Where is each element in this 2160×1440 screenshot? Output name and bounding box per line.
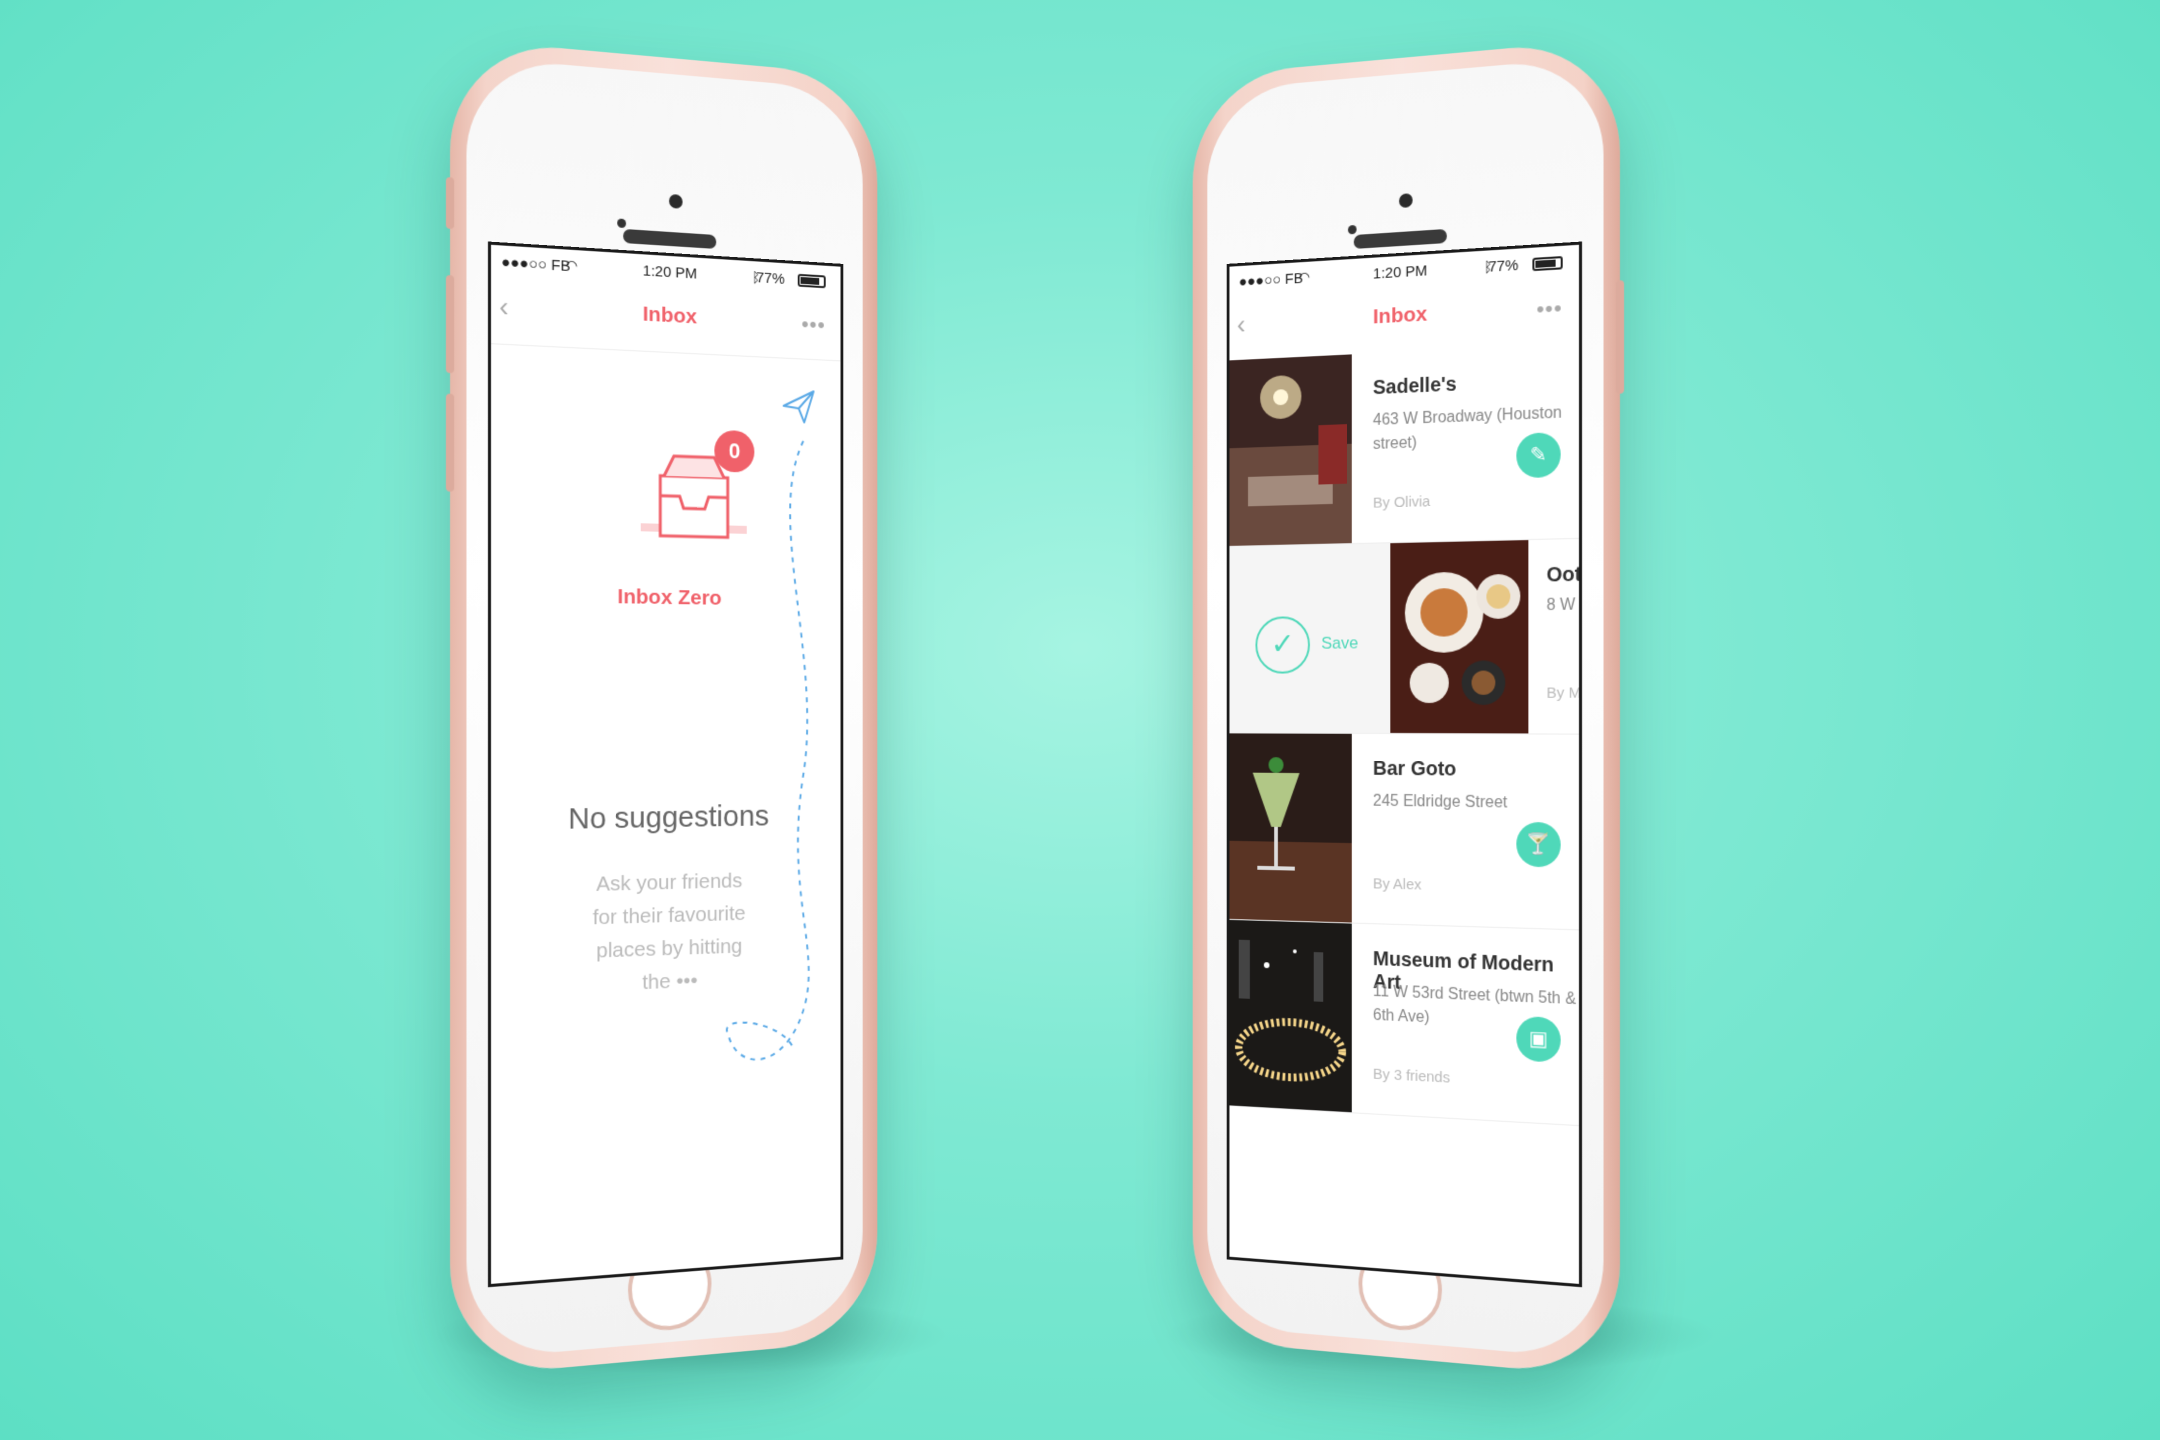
left-phone: ●●●○○ FB ◠ 1:20 PM ᛒ 77% ‹ Inbox ••• 0 I… (450, 38, 877, 1378)
food-icon[interactable]: ✎ (1516, 432, 1560, 478)
right-screen: ●●●○○ FB ◠ 1:20 PM ᛒ 77% ‹ Inbox ••• Sad… (1227, 242, 1582, 1288)
badge-count: 0 (714, 430, 754, 473)
battery-percent: 77% (1488, 257, 1518, 276)
item-title: Sadelle's (1373, 373, 1457, 400)
sensor-icon (617, 218, 626, 228)
nav-title: Inbox (1229, 294, 1579, 337)
front-camera-icon (669, 194, 683, 209)
list-item[interactable]: Museum of Modern Art 11 W 53rd Street (b… (1229, 920, 1579, 1126)
earpiece (623, 229, 716, 249)
check-icon[interactable]: ✓ (1255, 616, 1309, 674)
swipe-action-area[interactable]: ✓ Save (1229, 543, 1390, 733)
item-author: By 3 friends (1373, 1066, 1450, 1087)
museum-photo (1229, 920, 1351, 1112)
item-author: By My (1547, 684, 1579, 701)
item-title: Ootoy (1547, 563, 1579, 588)
suggestion-list: Sadelle's 463 W Broadway (Houston street… (1229, 343, 1579, 1126)
empty-hint: Ask your friends for their favourite pla… (582, 864, 757, 1001)
inbox-tray-icon: 0 (641, 435, 747, 558)
paper-plane-icon (780, 386, 817, 427)
list-item-swiped[interactable]: ✓ Save Ootoy 8 W 18 B (1229, 539, 1579, 735)
picture-icon[interactable]: ▣ (1516, 1016, 1560, 1063)
item-address: 8 W 18 (1547, 596, 1579, 615)
bar-photo (1229, 733, 1351, 922)
save-label: Save (1321, 633, 1358, 653)
battery-icon (1532, 256, 1562, 271)
drink-icon[interactable]: 🍸 (1516, 822, 1560, 868)
sensor-icon (1348, 225, 1357, 235)
restaurant-photo (1229, 354, 1351, 546)
empty-title: No suggestions (491, 799, 841, 838)
item-author: By Alex (1373, 875, 1422, 893)
food-photo (1390, 540, 1528, 733)
front-camera-icon (1399, 193, 1413, 208)
list-item[interactable]: Bar Goto 245 Eldridge Street By Alex 🍸 (1229, 733, 1579, 930)
list-item[interactable]: Sadelle's 463 W Broadway (Houston street… (1229, 343, 1579, 547)
right-phone: ●●●○○ FB ◠ 1:20 PM ᛒ 77% ‹ Inbox ••• Sad… (1193, 38, 1620, 1378)
left-screen: ●●●○○ FB ◠ 1:20 PM ᛒ 77% ‹ Inbox ••• 0 I… (488, 242, 843, 1288)
item-address: 245 Eldridge Street (1373, 790, 1579, 817)
more-icon[interactable]: ••• (1536, 295, 1562, 323)
item-title: Bar Goto (1373, 758, 1456, 782)
item-author: By Olivia (1373, 493, 1430, 512)
earpiece (1354, 229, 1447, 249)
empty-heading: Inbox Zero (491, 583, 841, 612)
